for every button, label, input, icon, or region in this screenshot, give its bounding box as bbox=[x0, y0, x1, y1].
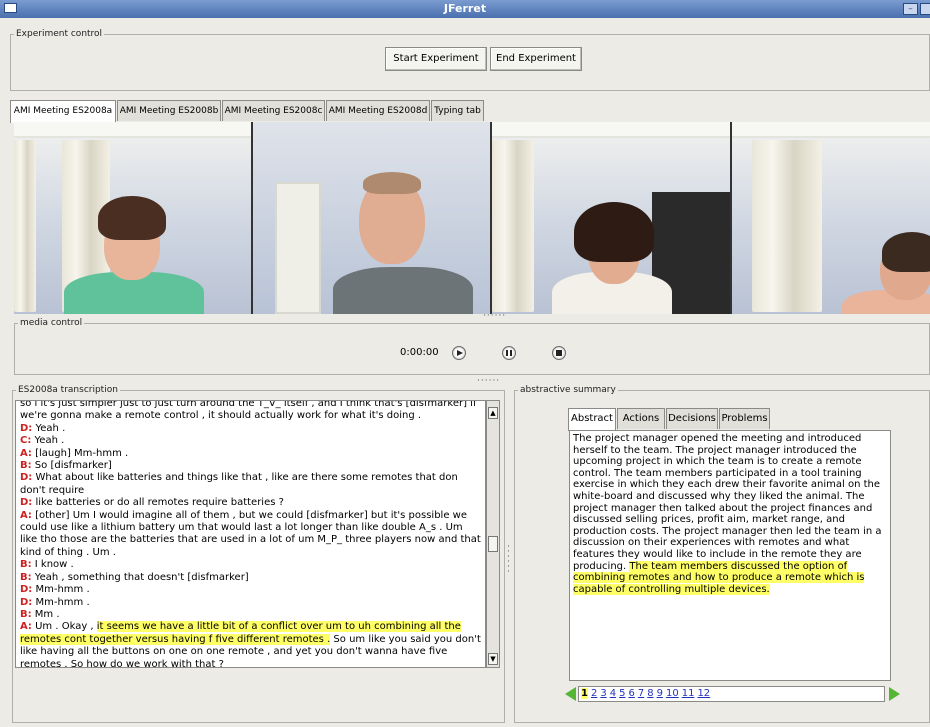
utterance-text: like batteries or do all remotes require… bbox=[32, 497, 284, 509]
utterance-text: so i it's just simpler just to just turn… bbox=[20, 400, 477, 422]
scroll-down-icon[interactable]: ▼ bbox=[488, 653, 498, 665]
pause-icon[interactable] bbox=[502, 346, 516, 360]
utterance-text: What about like batteries and things lik… bbox=[20, 472, 458, 496]
page-link-7[interactable]: 7 bbox=[638, 688, 644, 699]
page-link-2[interactable]: 2 bbox=[591, 688, 597, 699]
window-title: JFerret bbox=[443, 2, 487, 15]
transcript-line: A: Um . Okay , it seems we have a little… bbox=[20, 621, 481, 667]
end-experiment-button[interactable]: End Experiment bbox=[490, 47, 582, 71]
utterance-text: [laugh] Mm-hmm . bbox=[31, 447, 129, 459]
speaker-label: D: bbox=[20, 584, 33, 596]
transcription-label: ES2008a transcription bbox=[16, 383, 120, 397]
tab-typing[interactable]: Typing tab bbox=[431, 100, 484, 121]
play-icon[interactable] bbox=[452, 346, 466, 360]
next-page-arrow-icon[interactable] bbox=[889, 687, 900, 701]
media-time: 0:00:00 bbox=[400, 347, 439, 358]
transcript-line: D: like batteries or do all remotes requ… bbox=[20, 497, 481, 509]
transcript-line: B: So [disfmarker] bbox=[20, 460, 481, 472]
utterance-text: Yeah , something that doesn't [disfmarke… bbox=[31, 571, 249, 583]
splitter-handle-vertical[interactable]: · · · · · · bbox=[507, 543, 511, 577]
summary-label: abstractive summary bbox=[518, 383, 618, 397]
transcription-scrollbar[interactable]: ▲ ▼ bbox=[486, 400, 500, 668]
transcript-line: B: Yeah , something that doesn't [disfma… bbox=[20, 572, 481, 584]
page-link-12[interactable]: 12 bbox=[697, 688, 710, 699]
transcript-line: D: What about like batteries and things … bbox=[20, 472, 481, 497]
transcript-line: D: Mm-hmm . bbox=[20, 584, 481, 596]
page-link-3[interactable]: 3 bbox=[600, 688, 606, 699]
transcript-line: B: Mm . bbox=[20, 609, 481, 621]
scroll-thumb[interactable] bbox=[488, 536, 498, 552]
tab-problems[interactable]: Problems bbox=[719, 408, 770, 429]
tab-meeting-es2008c[interactable]: AMI Meeting ES2008c bbox=[222, 100, 325, 121]
speaker-label: A: bbox=[20, 447, 32, 459]
summary-text-area[interactable]: The project manager opened the meeting a… bbox=[569, 430, 891, 681]
media-control-label: media control bbox=[18, 316, 85, 330]
page-link-1[interactable]: 1 bbox=[581, 688, 588, 699]
tab-meeting-es2008d[interactable]: AMI Meeting ES2008d bbox=[326, 100, 430, 121]
transcription-text[interactable]: so i it's just simpler just to just turn… bbox=[15, 400, 486, 668]
speaker-label: A: bbox=[20, 509, 32, 521]
utterance-text: Yeah . bbox=[31, 435, 65, 447]
speaker-label: D: bbox=[20, 497, 33, 509]
utterance-text: Um . Okay , bbox=[31, 621, 97, 633]
transcript-line: C: Yeah . bbox=[20, 435, 481, 447]
transcript-line: D: Mm-hmm . bbox=[20, 597, 481, 609]
camera-view-3 bbox=[492, 122, 730, 314]
speaker-label: C: bbox=[20, 435, 32, 447]
utterance-text: I know . bbox=[31, 559, 74, 571]
page-link-4[interactable]: 4 bbox=[610, 688, 616, 699]
stop-icon[interactable] bbox=[552, 346, 566, 360]
speaker-label: D: bbox=[20, 422, 33, 434]
video-strip bbox=[14, 122, 930, 314]
camera-view-1 bbox=[14, 122, 251, 314]
transcript-line: D: Yeah . bbox=[20, 423, 481, 435]
camera-view-2 bbox=[253, 122, 490, 314]
utterance-text: Yeah . bbox=[32, 422, 66, 434]
speaker-label: D: bbox=[20, 596, 33, 608]
page-link-9[interactable]: 9 bbox=[657, 688, 663, 699]
start-experiment-button[interactable]: Start Experiment bbox=[385, 47, 487, 71]
tab-decisions[interactable]: Decisions bbox=[666, 408, 718, 429]
splitter-handle-media[interactable]: ······ bbox=[477, 376, 500, 386]
speaker-label: B: bbox=[20, 559, 32, 571]
utterance-text: Mm-hmm . bbox=[32, 596, 90, 608]
tab-abstract[interactable]: Abstract bbox=[568, 408, 616, 431]
media-control-group: media control bbox=[14, 316, 930, 375]
page-link-8[interactable]: 8 bbox=[647, 688, 653, 699]
summary-text: The project manager opened the meeting a… bbox=[573, 433, 882, 572]
window-titlebar: JFerret – bbox=[0, 0, 930, 18]
transcript-line: so i it's just simpler just to just turn… bbox=[20, 400, 481, 423]
utterance-text: [other] Um I would imagine all of them ,… bbox=[20, 509, 481, 558]
speaker-label: B: bbox=[20, 571, 32, 583]
tab-actions[interactable]: Actions bbox=[617, 408, 665, 429]
experiment-control-label: Experiment control bbox=[14, 27, 105, 41]
prev-page-arrow-icon[interactable] bbox=[565, 687, 576, 701]
page-link-10[interactable]: 10 bbox=[666, 688, 679, 699]
page-link-6[interactable]: 6 bbox=[628, 688, 634, 699]
speaker-label: D: bbox=[20, 472, 33, 484]
transcript-line: A: [laugh] Mm-hmm . bbox=[20, 448, 481, 460]
speaker-label: A: bbox=[20, 621, 32, 633]
speaker-label: B: bbox=[20, 608, 32, 620]
utterance-text: Mm-hmm . bbox=[32, 584, 90, 596]
tab-meeting-es2008a[interactable]: AMI Meeting ES2008a bbox=[10, 100, 116, 123]
transcript-line: A: [other] Um I would imagine all of the… bbox=[20, 510, 481, 560]
maximize-icon[interactable] bbox=[920, 3, 930, 15]
transcript-line: B: I know . bbox=[20, 559, 481, 571]
scroll-up-icon[interactable]: ▲ bbox=[488, 407, 498, 419]
minimize-icon[interactable]: – bbox=[903, 3, 918, 15]
page-link-11[interactable]: 11 bbox=[682, 688, 695, 699]
utterance-text: Mm . bbox=[31, 608, 60, 620]
tab-meeting-es2008b[interactable]: AMI Meeting ES2008b bbox=[117, 100, 221, 121]
splitter-handle-video[interactable]: ······ bbox=[483, 311, 506, 321]
utterance-text: So [disfmarker] bbox=[31, 460, 112, 472]
camera-view-4 bbox=[732, 122, 930, 314]
summary-pager: 1 2 3 4 5 6 7 8 9 10 11 12 bbox=[578, 686, 885, 702]
page-link-5[interactable]: 5 bbox=[619, 688, 625, 699]
speaker-label: B: bbox=[20, 460, 32, 472]
